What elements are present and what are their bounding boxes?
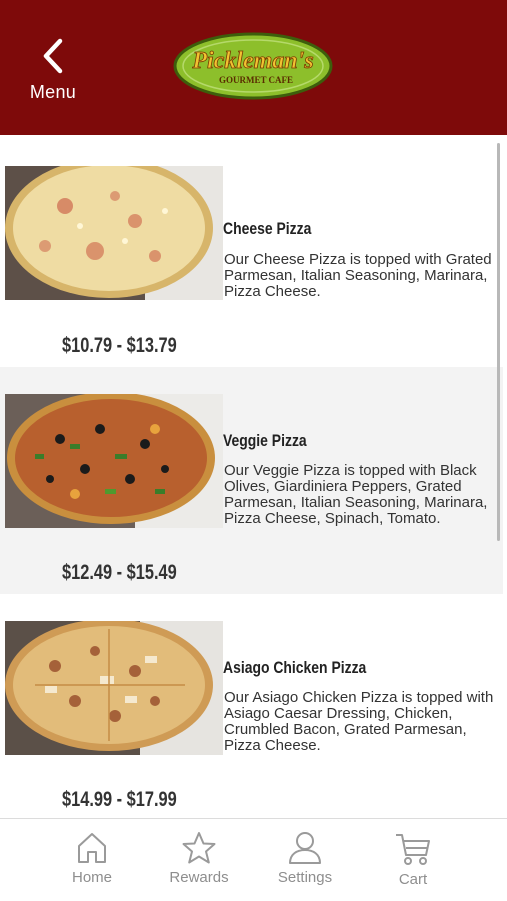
- tab-label: Settings: [277, 869, 333, 886]
- home-icon: [78, 833, 106, 863]
- tab-settings[interactable]: Settings: [260, 831, 350, 886]
- item-description: Our Cheese Pizza is topped with Grated P…: [224, 251, 492, 300]
- item-description: Our Veggie Pizza is topped with Black Ol…: [224, 462, 488, 527]
- back-button[interactable]: Menu: [22, 38, 84, 110]
- item-price: $14.99 - $17.99: [62, 788, 177, 811]
- item-name: Asiago Chicken Pizza: [223, 658, 367, 677]
- star-icon: [182, 832, 216, 864]
- svg-text:Pickleman's: Pickleman's: [191, 48, 313, 74]
- tab-home[interactable]: Home: [47, 831, 137, 886]
- cart-icon: [396, 834, 430, 865]
- app-header: Menu Pickleman's GOURMET CAFE: [0, 0, 507, 135]
- item-description: Our Asiago Chicken Pizza is topped with …: [224, 689, 494, 754]
- item-price: $12.49 - $15.49: [62, 561, 177, 584]
- tab-label: Home: [71, 869, 112, 886]
- list-item[interactable]: Veggie Pizza Our Veggie Pizza is topped …: [0, 367, 503, 594]
- svg-text:GOURMET CAFE: GOURMET CAFE: [219, 75, 293, 85]
- item-name: Veggie Pizza: [223, 431, 307, 450]
- item-name: Cheese Pizza: [223, 219, 312, 238]
- back-label: Menu: [29, 82, 77, 102]
- veggie-pizza-photo: [5, 394, 223, 528]
- cheese-pizza-photo: [5, 166, 223, 300]
- chevron-left-icon: [43, 38, 63, 74]
- list-item[interactable]: Asiago Chicken Pizza Our Asiago Chicken …: [0, 594, 503, 818]
- item-price: $10.79 - $13.79: [62, 334, 177, 357]
- scrollbar[interactable]: [497, 143, 500, 541]
- user-icon: [289, 832, 321, 864]
- tab-rewards[interactable]: Rewards: [154, 831, 244, 886]
- tab-bar: Home Rewards Settings Cart: [0, 818, 507, 901]
- asiago-chicken-pizza-photo: [5, 621, 223, 755]
- tab-cart[interactable]: Cart: [368, 831, 458, 888]
- menu-list: Cheese Pizza Our Cheese Pizza is topped …: [0, 135, 507, 818]
- tab-label: Cart: [398, 871, 428, 888]
- tab-label: Rewards: [169, 869, 229, 886]
- brand-logo: Pickleman's GOURMET CAFE: [173, 32, 333, 100]
- list-item[interactable]: Cheese Pizza Our Cheese Pizza is topped …: [0, 135, 503, 367]
